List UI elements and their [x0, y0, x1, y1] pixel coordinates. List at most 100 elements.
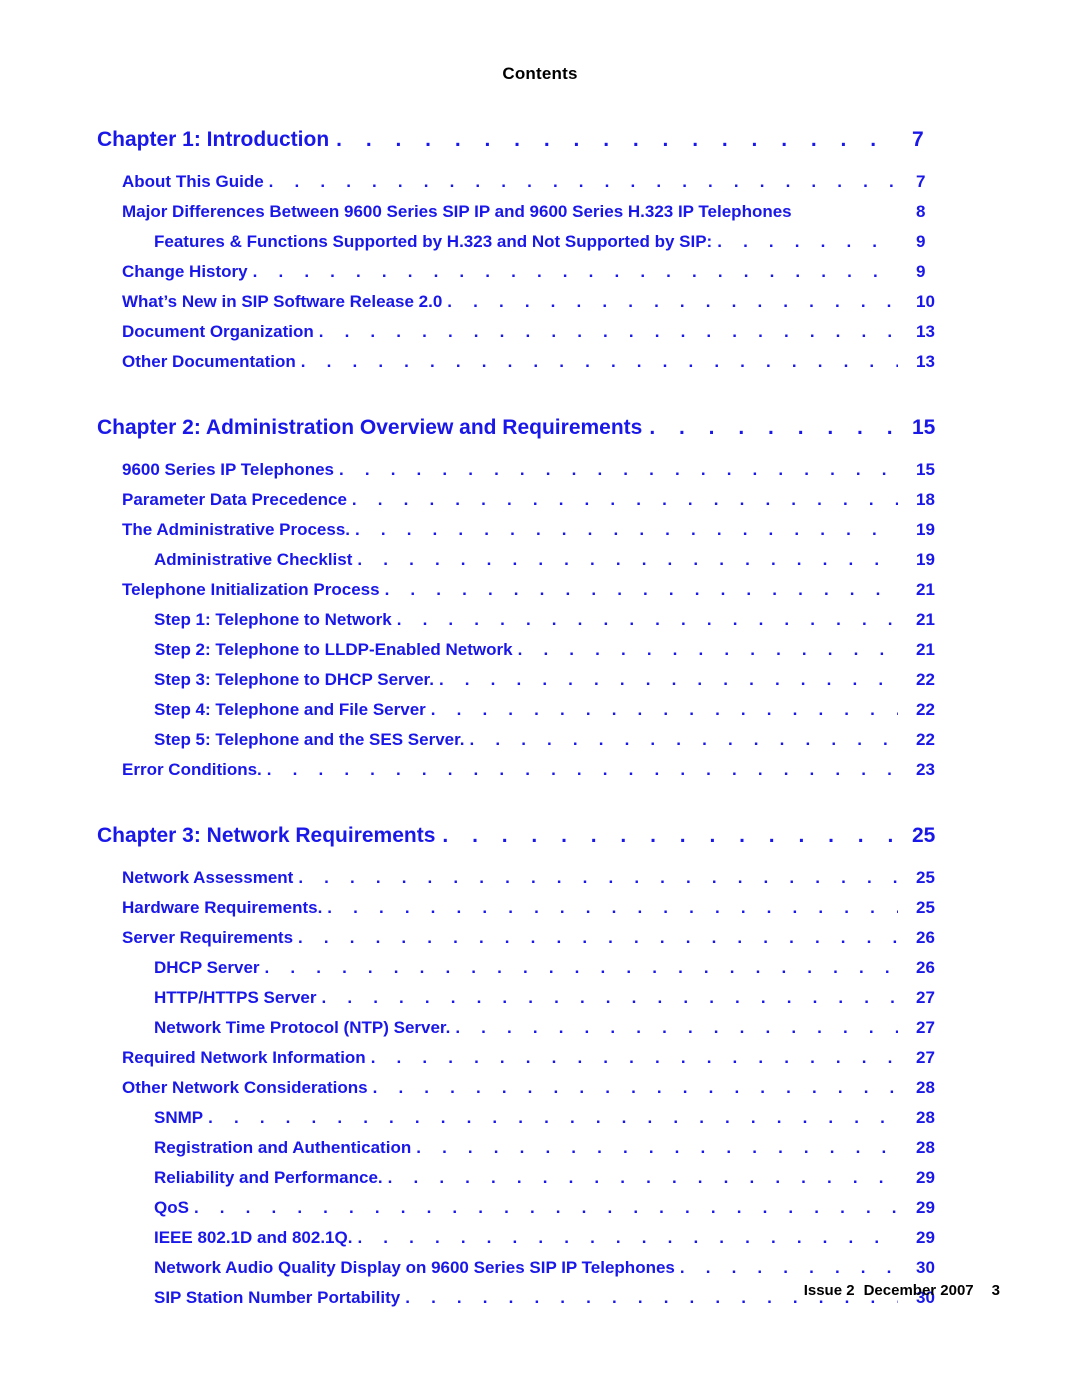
toc-entry-page-number: 28: [916, 1138, 935, 1157]
toc-entry-label: DHCP Server: [154, 958, 260, 977]
toc-entry[interactable]: About This Guide 7: [0, 172, 1080, 202]
toc-leader-dots: [319, 322, 898, 342]
toc-entry-label: Hardware Requirements.: [122, 898, 323, 917]
toc-entry-label: Step 4: Telephone and File Server: [154, 700, 426, 719]
toc-entry-page-number: 22: [916, 670, 935, 689]
toc-leader-dots: [269, 172, 898, 192]
toc-entry[interactable]: Step 5: Telephone and the SES Server. 22: [0, 730, 1080, 760]
toc-entry-label: Step 1: Telephone to Network: [154, 610, 392, 629]
toc-entry[interactable]: Step 2: Telephone to LLDP-Enabled Networ…: [0, 640, 1080, 670]
toc-entry-label: Network Assessment: [122, 868, 294, 887]
toc-chapter-entry[interactable]: Chapter 3: Network Requirements 25: [0, 824, 1080, 868]
toc-entry-label: Administrative Checklist: [154, 550, 353, 569]
toc-entry[interactable]: Network Time Protocol (NTP) Server. 27: [0, 1018, 1080, 1048]
toc-entry[interactable]: SNMP 28: [0, 1108, 1080, 1138]
toc-entry-page-number: 22: [916, 730, 935, 749]
toc-entry-page-number: 19: [916, 550, 935, 569]
toc-entry-page-number: 28: [916, 1108, 935, 1127]
toc-entry-label: Step 2: Telephone to LLDP-Enabled Networ…: [154, 640, 513, 659]
toc-entry-label: What’s New in SIP Software Release 2.0: [122, 292, 443, 311]
toc-entry[interactable]: What’s New in SIP Software Release 2.0 10: [0, 292, 1080, 322]
toc-leader-dots: [371, 1048, 898, 1068]
toc-leader-dots: [327, 898, 898, 918]
toc-entry[interactable]: Network Assessment 25: [0, 868, 1080, 898]
toc-entry-label: Chapter 3: Network Requirements: [97, 824, 436, 847]
toc-entry-label: Features & Functions Supported by H.323 …: [154, 232, 713, 251]
toc-entry[interactable]: Document Organization 13: [0, 322, 1080, 352]
toc-entry[interactable]: Server Requirements 26: [0, 928, 1080, 958]
toc-leader-dots: [194, 1198, 898, 1218]
toc-entry[interactable]: Major Differences Between 9600 Series SI…: [0, 202, 1080, 232]
toc-entry-page-number: 9: [916, 232, 926, 251]
toc-entry-page-number: 28: [916, 1078, 935, 1097]
footer-date: December 2007: [863, 1282, 974, 1299]
document-page: Contents Chapter 1: Introduction7About T…: [0, 0, 1080, 1397]
toc-entry[interactable]: IEEE 802.1D and 802.1Q. 29: [0, 1228, 1080, 1258]
toc-entry-label: Chapter 2: Administration Overview and R…: [97, 416, 643, 439]
toc-entry-label: IEEE 802.1D and 802.1Q.: [154, 1228, 353, 1247]
toc-leader-dots: [416, 1138, 898, 1158]
toc-entry-page-number: 21: [916, 610, 935, 629]
toc-entry-page-number: 23: [916, 760, 935, 779]
toc-leader-dots: [301, 352, 898, 372]
toc-entry[interactable]: Step 4: Telephone and File Server 22: [0, 700, 1080, 730]
toc-entry-label: Document Organization: [122, 322, 314, 341]
toc-entry[interactable]: Step 1: Telephone to Network 21: [0, 610, 1080, 640]
toc-entry-label: QoS: [154, 1198, 189, 1217]
toc-entry-label: Reliability and Performance.: [154, 1168, 383, 1187]
table-of-contents: Chapter 1: Introduction7About This Guide…: [0, 112, 1080, 1318]
toc-entry-label: Network Audio Quality Display on 9600 Se…: [154, 1258, 675, 1277]
toc-entry[interactable]: Reliability and Performance. 29: [0, 1168, 1080, 1198]
toc-entry-label: Network Time Protocol (NTP) Server.: [154, 1018, 451, 1037]
toc-chapter-entry[interactable]: Chapter 1: Introduction 7: [0, 128, 1080, 172]
toc-entry-page-number: 27: [916, 988, 935, 1007]
toc-leader-dots: [439, 670, 898, 690]
toc-entry-page-number: 27: [916, 1048, 935, 1067]
toc-entry[interactable]: Registration and Authentication 28: [0, 1138, 1080, 1168]
toc-entry-page-number: 9: [916, 262, 926, 281]
toc-entry-page-number: 25: [912, 824, 936, 847]
toc-entry-page-number: 13: [916, 322, 935, 341]
toc-entry[interactable]: Other Documentation 13: [0, 352, 1080, 382]
toc-entry[interactable]: Step 3: Telephone to DHCP Server. 22: [0, 670, 1080, 700]
toc-leader-dots: [352, 490, 898, 510]
toc-entry-label: 9600 Series IP Telephones: [122, 460, 334, 479]
toc-entry[interactable]: Administrative Checklist 19: [0, 550, 1080, 580]
toc-entry[interactable]: Change History 9: [0, 262, 1080, 292]
toc-entry[interactable]: QoS 29: [0, 1198, 1080, 1228]
toc-section-gap: [0, 382, 1080, 400]
toc-leader-dots: [298, 928, 898, 948]
toc-entry-page-number: 27: [916, 1018, 935, 1037]
toc-leader-dots: [336, 128, 901, 152]
toc-leader-dots: [431, 700, 898, 720]
toc-entry-label: SNMP: [154, 1108, 204, 1127]
toc-entry-label: HTTP/HTTPS Server: [154, 988, 317, 1007]
toc-entry[interactable]: Features & Functions Supported by H.323 …: [0, 232, 1080, 262]
toc-entry-page-number: 19: [916, 520, 935, 539]
toc-leader-dots: [518, 640, 898, 660]
toc-entry[interactable]: HTTP/HTTPS Server 27: [0, 988, 1080, 1018]
toc-entry-label: Step 3: Telephone to DHCP Server.: [154, 670, 434, 689]
toc-entry[interactable]: 9600 Series IP Telephones 15: [0, 460, 1080, 490]
toc-entry[interactable]: Hardware Requirements. 25: [0, 898, 1080, 928]
toc-entry-label: Step 5: Telephone and the SES Server.: [154, 730, 465, 749]
toc-entry[interactable]: Parameter Data Precedence 18: [0, 490, 1080, 520]
toc-leader-dots: [298, 868, 898, 888]
toc-leader-dots: [208, 1108, 898, 1128]
toc-entry-label: About This Guide: [122, 172, 264, 191]
toc-entry[interactable]: Required Network Information 27: [0, 1048, 1080, 1078]
toc-entry[interactable]: Other Network Considerations 28: [0, 1078, 1080, 1108]
toc-entry[interactable]: The Administrative Process. 19: [0, 520, 1080, 550]
toc-leader-dots: [388, 1168, 898, 1188]
toc-leader-dots: [355, 520, 898, 540]
toc-entry-page-number: 25: [916, 898, 935, 917]
toc-entry[interactable]: Telephone Initialization Process 21: [0, 580, 1080, 610]
toc-entry[interactable]: DHCP Server 26: [0, 958, 1080, 988]
toc-entry-label: Major Differences Between 9600 Series SI…: [122, 202, 792, 221]
toc-leader-dots: [455, 1018, 898, 1038]
toc-entry-page-number: 15: [912, 416, 936, 439]
toc-chapter-entry[interactable]: Chapter 2: Administration Overview and R…: [0, 416, 1080, 460]
toc-entry-page-number: 21: [916, 580, 935, 599]
toc-entry-page-number: 10: [916, 292, 935, 311]
toc-entry[interactable]: Error Conditions. 23: [0, 760, 1080, 790]
